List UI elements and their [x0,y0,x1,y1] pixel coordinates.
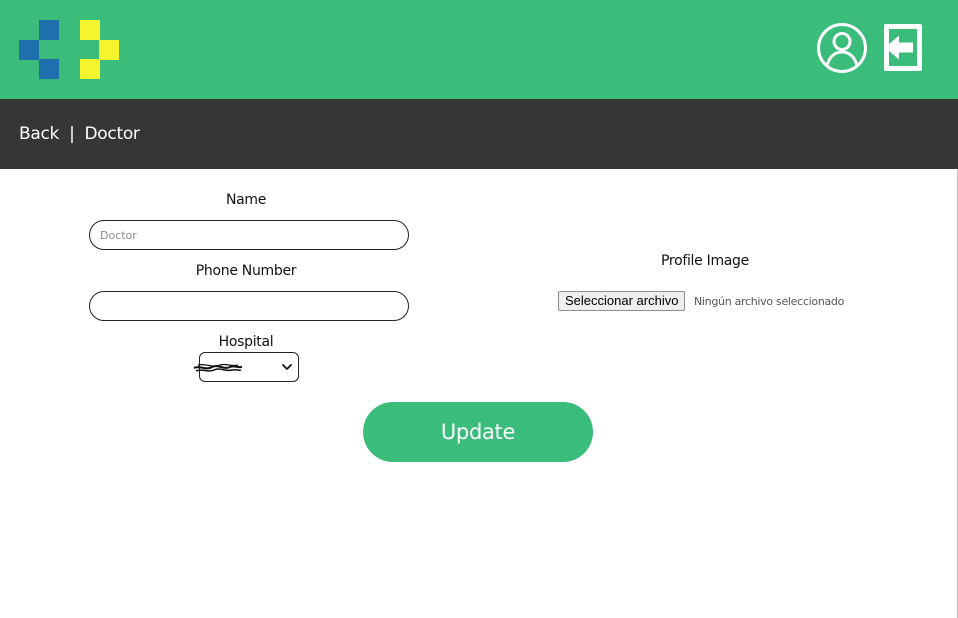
breadcrumb: Back | Doctor [19,123,140,145]
page-title: Doctor [84,124,140,144]
file-status-text: Ningún archivo seleccionado [694,295,845,308]
name-input[interactable] [89,220,409,250]
app-logo[interactable] [19,20,119,79]
logo-square [39,20,59,40]
logo-square [80,20,100,40]
phone-input[interactable] [89,291,409,321]
hospital-select[interactable] [193,352,299,382]
logo-square [39,59,59,79]
chevron-down-icon [282,364,292,370]
hospital-label: Hospital [218,334,274,350]
user-circle-icon [817,23,867,73]
choose-file-button[interactable]: Seleccionar archivo [558,291,686,311]
breadcrumb-separator: | [69,124,75,144]
logout-arrow-icon [884,24,922,71]
back-link[interactable]: Back [19,124,59,144]
logo-square [80,59,100,79]
logo-square [19,40,39,60]
redaction-scribble [193,363,243,372]
header-bar [0,0,958,99]
logo-square [99,40,119,60]
logout-button[interactable] [880,22,926,74]
name-label: Name [225,192,267,208]
update-button[interactable]: Update [363,402,593,462]
phone-label: Phone Number [195,263,297,279]
profile-image-label: Profile Image [661,253,749,269]
profile-button[interactable] [816,22,868,74]
nav-bar: Back | Doctor [0,99,958,169]
